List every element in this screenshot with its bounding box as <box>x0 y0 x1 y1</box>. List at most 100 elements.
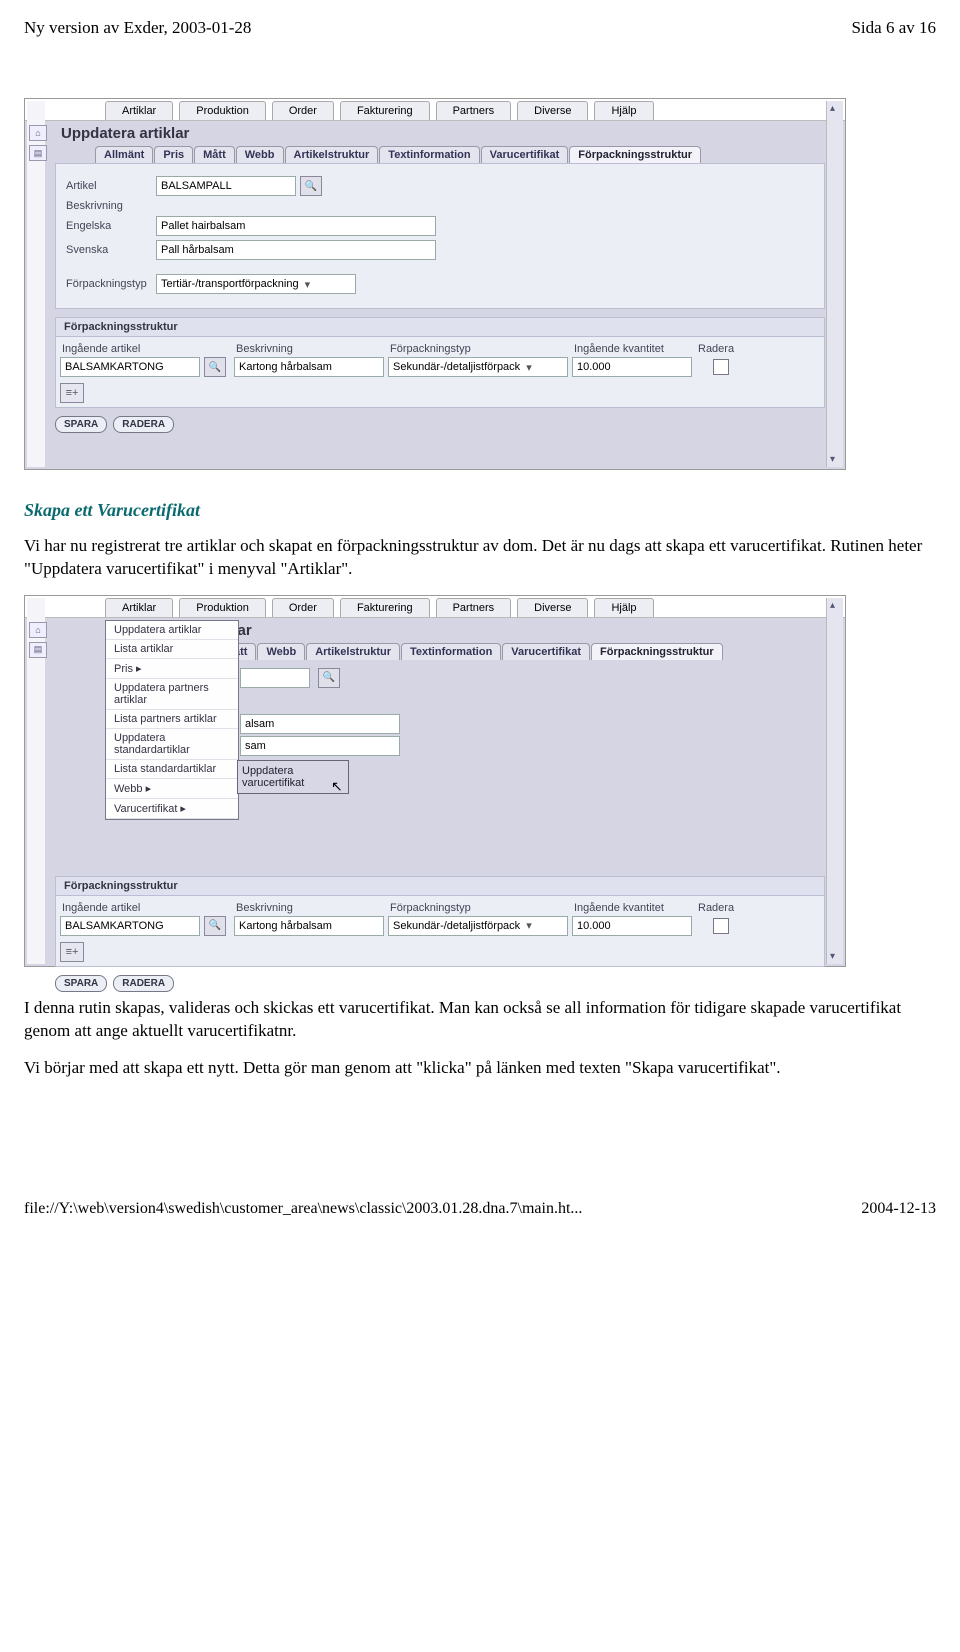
row-radera-checkbox[interactable] <box>713 918 729 934</box>
col-radera: Radera <box>696 341 746 357</box>
row-radera-checkbox[interactable] <box>713 359 729 375</box>
spara-button[interactable]: SPARA <box>55 975 107 992</box>
footer-date: 2004-12-13 <box>861 1200 936 1218</box>
grid-title: Förpackningsstruktur <box>55 876 825 896</box>
grid-row: 🔍 Sekundär-/detaljistförpack <box>60 357 820 377</box>
menu-item[interactable]: Lista artiklar <box>106 640 238 659</box>
menu-item[interactable]: Uppdatera partners artiklar <box>106 679 238 710</box>
page-title: Uppdatera artiklar <box>25 121 845 144</box>
search-icon[interactable]: 🔍 <box>300 176 322 196</box>
tab-artikelstruktur[interactable]: Artikelstruktur <box>306 643 400 660</box>
tab-varucertifikat[interactable]: Varucertifikat <box>502 643 590 660</box>
forpackningstyp-select[interactable]: Tertiär-/transportförpackning <box>156 274 356 294</box>
search-icon[interactable]: 🔍 <box>204 916 226 936</box>
grid: Ingående artikel Beskrivning Förpackning… <box>55 896 825 967</box>
add-row-button[interactable]: ≡+ <box>60 942 84 962</box>
bg-input[interactable] <box>240 736 400 756</box>
row-beskrivning-input[interactable] <box>234 357 384 377</box>
menu-item[interactable]: Uppdatera artiklar <box>106 621 238 640</box>
bg-input[interactable] <box>240 714 400 734</box>
search-icon[interactable]: 🔍 <box>204 357 226 377</box>
radera-button[interactable]: RADERA <box>113 416 174 433</box>
menu-produktion[interactable]: Produktion <box>179 598 266 617</box>
radera-button[interactable]: RADERA <box>113 975 174 992</box>
menu-produktion[interactable]: Produktion <box>179 101 266 120</box>
page-number: Sida 6 av 16 <box>851 18 936 38</box>
tab-matt[interactable]: Mått <box>194 146 235 163</box>
col-radera: Radera <box>696 900 746 916</box>
artikel-input[interactable] <box>156 176 296 196</box>
tab-artikelstruktur[interactable]: Artikelstruktur <box>285 146 379 163</box>
scrollbar[interactable] <box>826 101 843 467</box>
screenshot-2: ⌂ ▤ Artiklar Produktion Order Fakturerin… <box>24 595 846 967</box>
menu-item[interactable]: Lista standardartiklar <box>106 760 238 779</box>
home-icon[interactable]: ⌂ <box>29 125 47 141</box>
menu-item[interactable]: Uppdatera standardartiklar <box>106 729 238 760</box>
col-forpackningstyp: Förpackningstyp <box>388 900 568 916</box>
cursor-icon: ↖ <box>331 778 343 795</box>
col-beskrivning: Beskrivning <box>234 900 384 916</box>
menu-partners[interactable]: Partners <box>436 101 512 120</box>
menu-item[interactable]: Varucertifikat ▸ <box>106 799 238 819</box>
form-area: Artikel 🔍 Beskrivning Engelska Svenska F… <box>55 163 825 309</box>
home-icon[interactable]: ⌂ <box>29 622 47 638</box>
artikel-label: Artikel <box>66 180 156 192</box>
menu-artiklar[interactable]: Artiklar <box>105 598 173 617</box>
row-artikel-input[interactable] <box>60 357 200 377</box>
tab-allmant[interactable]: Allmänt <box>95 146 153 163</box>
menu-artiklar[interactable]: Artiklar <box>105 101 173 120</box>
doc-title: Ny version av Exder, 2003-01-28 <box>24 18 251 38</box>
menu-order[interactable]: Order <box>272 598 334 617</box>
forpackningstyp-label: Förpackningstyp <box>66 278 156 290</box>
menu-item[interactable]: Webb ▸ <box>106 779 238 799</box>
menu-partners[interactable]: Partners <box>436 598 512 617</box>
paragraph-3: Vi börjar med att skapa ett nytt. Detta … <box>24 1057 936 1080</box>
search-icon[interactable]: 🔍 <box>318 668 340 688</box>
row-artikel-input[interactable] <box>60 916 200 936</box>
row-forptyp-select[interactable]: Sekundär-/detaljistförpack <box>388 916 568 936</box>
menu-fakturering[interactable]: Fakturering <box>340 101 430 120</box>
tab-webb[interactable]: Webb <box>257 643 305 660</box>
scrollbar[interactable] <box>826 598 843 964</box>
grid-row: 🔍 Sekundär-/detaljistförpack <box>60 916 820 936</box>
footer-path: file://Y:\web\version4\swedish\customer_… <box>24 1200 582 1218</box>
col-kvantitet: Ingående kvantitet <box>572 341 692 357</box>
tab-pris[interactable]: Pris <box>154 146 193 163</box>
tab-textinformation[interactable]: Textinformation <box>379 146 479 163</box>
engelska-label: Engelska <box>66 220 156 232</box>
beskrivning-label: Beskrivning <box>66 200 156 212</box>
paragraph-2: I denna rutin skapas, valideras och skic… <box>24 997 936 1043</box>
menu-item[interactable]: Pris ▸ <box>106 659 238 679</box>
tab-forpackningsstruktur[interactable]: Förpackningsstruktur <box>591 643 723 660</box>
artiklar-dropdown[interactable]: Uppdatera artiklar Lista artiklar Pris ▸… <box>105 620 239 820</box>
row-kvantitet-input[interactable] <box>572 916 692 936</box>
spara-button[interactable]: SPARA <box>55 416 107 433</box>
paragraph-1: Vi har nu registrerat tre artiklar och s… <box>24 535 936 581</box>
menu-diverse[interactable]: Diverse <box>517 598 588 617</box>
engelska-input[interactable] <box>156 216 436 236</box>
row-forptyp-select[interactable]: Sekundär-/detaljistförpack <box>388 357 568 377</box>
col-forpackningstyp: Förpackningstyp <box>388 341 568 357</box>
tab-textinformation[interactable]: Textinformation <box>401 643 501 660</box>
grid-icon[interactable]: ▤ <box>29 145 47 161</box>
grid-icon[interactable]: ▤ <box>29 642 47 658</box>
row-kvantitet-input[interactable] <box>572 357 692 377</box>
menu-fakturering[interactable]: Fakturering <box>340 598 430 617</box>
bg-input[interactable] <box>240 668 310 688</box>
col-ingaende-artikel: Ingående artikel <box>60 900 230 916</box>
menu-hjalp[interactable]: Hjälp <box>594 598 653 617</box>
menu-item[interactable]: Lista partners artiklar <box>106 710 238 729</box>
menu-order[interactable]: Order <box>272 101 334 120</box>
grid: Ingående artikel Beskrivning Förpackning… <box>55 337 825 408</box>
menu-hjalp[interactable]: Hjälp <box>594 101 653 120</box>
tab-forpackningsstruktur[interactable]: Förpackningsstruktur <box>569 146 701 163</box>
add-row-button[interactable]: ≡+ <box>60 383 84 403</box>
tab-webb[interactable]: Webb <box>236 146 284 163</box>
row-beskrivning-input[interactable] <box>234 916 384 936</box>
tab-varucertifikat[interactable]: Varucertifikat <box>481 146 569 163</box>
col-beskrivning: Beskrivning <box>234 341 384 357</box>
menubar: Artiklar Produktion Order Fakturering Pa… <box>25 596 845 618</box>
menu-diverse[interactable]: Diverse <box>517 101 588 120</box>
svenska-input[interactable] <box>156 240 436 260</box>
col-kvantitet: Ingående kvantitet <box>572 900 692 916</box>
